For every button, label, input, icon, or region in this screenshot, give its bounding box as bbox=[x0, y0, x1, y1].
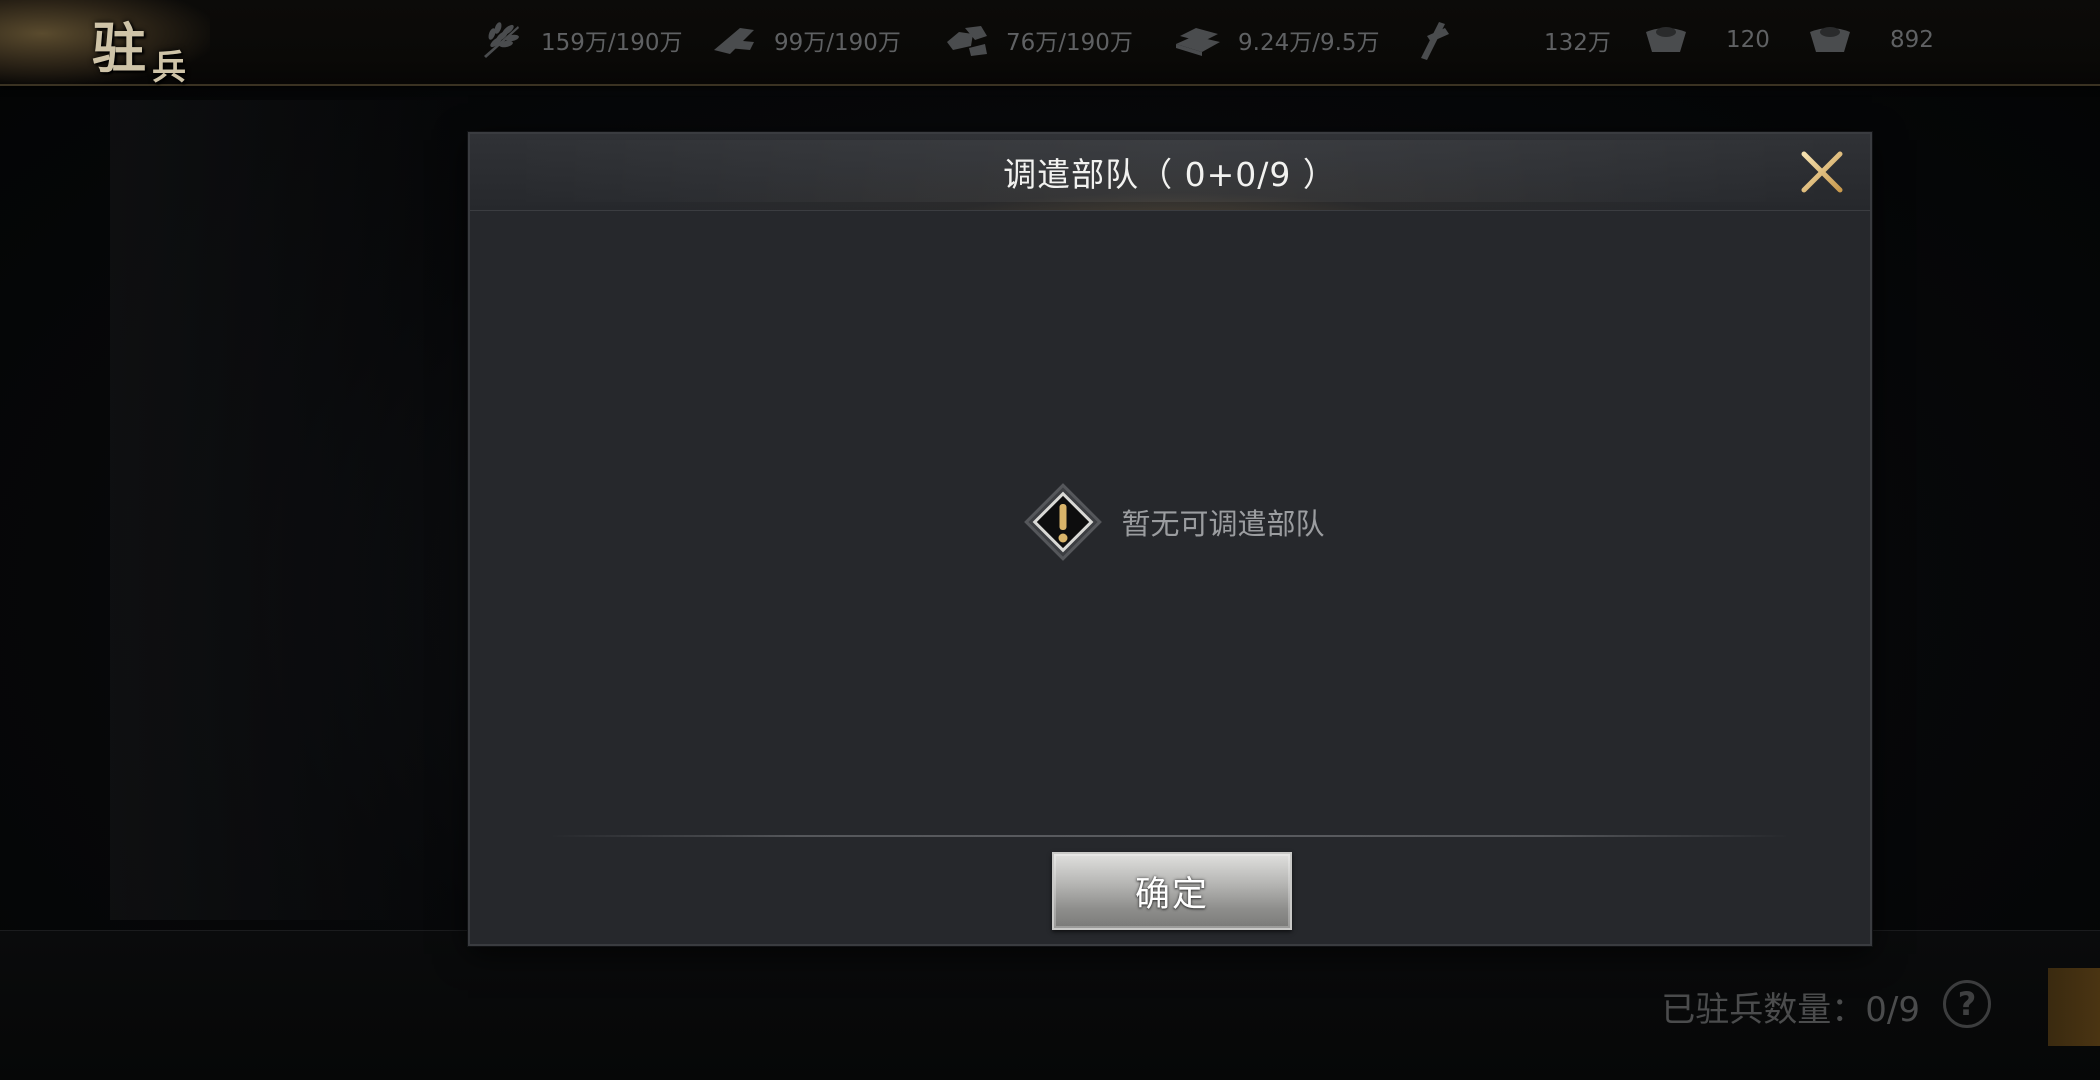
dispatch-troops-dialog: 调遣部队（ 0+0/9 ） 暂无可调遣部队 确定 bbox=[468, 132, 1872, 946]
dialog-divider bbox=[550, 835, 1790, 837]
background-panel bbox=[110, 100, 450, 920]
resource-bar: 驻 兵 159万/190万 99万/190万 76万/190万 9.24万/9.… bbox=[0, 0, 2100, 88]
game-screen: 驻 兵 159万/190万 99万/190万 76万/190万 9.24万/9.… bbox=[0, 0, 2100, 1080]
warning-icon bbox=[1024, 483, 1103, 561]
stone-value: 76万/190万 bbox=[1006, 30, 1133, 56]
resource-gold[interactable]: 892 bbox=[1804, 18, 1934, 62]
confirm-button-label: 确定 bbox=[1134, 874, 1209, 915]
dialog-header: 调遣部队（ 0+0/9 ） bbox=[470, 134, 1870, 211]
resource-silver[interactable]: 120 bbox=[1640, 18, 1770, 62]
dialog-title: 调遣部队（ 0+0/9 ） bbox=[1003, 155, 1337, 194]
close-button[interactable] bbox=[1796, 146, 1848, 198]
wood-value: 99万/190万 bbox=[774, 30, 901, 56]
iron-icon bbox=[1172, 18, 1224, 62]
resource-wheat[interactable]: 159万/190万 bbox=[475, 18, 683, 62]
resource-stone[interactable]: 76万/190万 bbox=[940, 18, 1133, 62]
copper-coin-icon bbox=[1408, 18, 1460, 62]
confirm-button[interactable]: 确定 bbox=[1052, 852, 1292, 930]
resource-copper[interactable]: 132万 bbox=[1408, 18, 1611, 62]
wheat-icon bbox=[475, 18, 527, 62]
side-tab[interactable] bbox=[2048, 968, 2100, 1046]
garrison-count: 已驻兵数量：0/9 bbox=[1661, 990, 1920, 1030]
close-icon bbox=[1801, 151, 1843, 193]
help-button[interactable]: ? bbox=[1943, 980, 1991, 1028]
resource-iron[interactable]: 9.24万/9.5万 bbox=[1172, 18, 1380, 62]
empty-message: 暂无可调遣部队 bbox=[1121, 507, 1325, 541]
wood-icon bbox=[708, 18, 760, 62]
gold-value: 892 bbox=[1890, 27, 1934, 53]
silver-ingot-icon bbox=[1640, 18, 1692, 62]
gold-ingot-icon bbox=[1804, 18, 1856, 62]
iron-value: 9.24万/9.5万 bbox=[1238, 30, 1380, 56]
stone-icon bbox=[940, 18, 992, 62]
resource-wood[interactable]: 99万/190万 bbox=[708, 18, 901, 62]
empty-state: 暂无可调遣部队 bbox=[470, 474, 1870, 570]
page-title-char-2: 兵 bbox=[152, 48, 186, 88]
copper-value: 132万 bbox=[1544, 30, 1611, 56]
page-title-emblem: 驻 兵 bbox=[0, 0, 210, 88]
wheat-value: 159万/190万 bbox=[541, 30, 683, 56]
page-title-char-1: 驻 bbox=[92, 16, 146, 80]
silver-value: 120 bbox=[1726, 27, 1770, 53]
